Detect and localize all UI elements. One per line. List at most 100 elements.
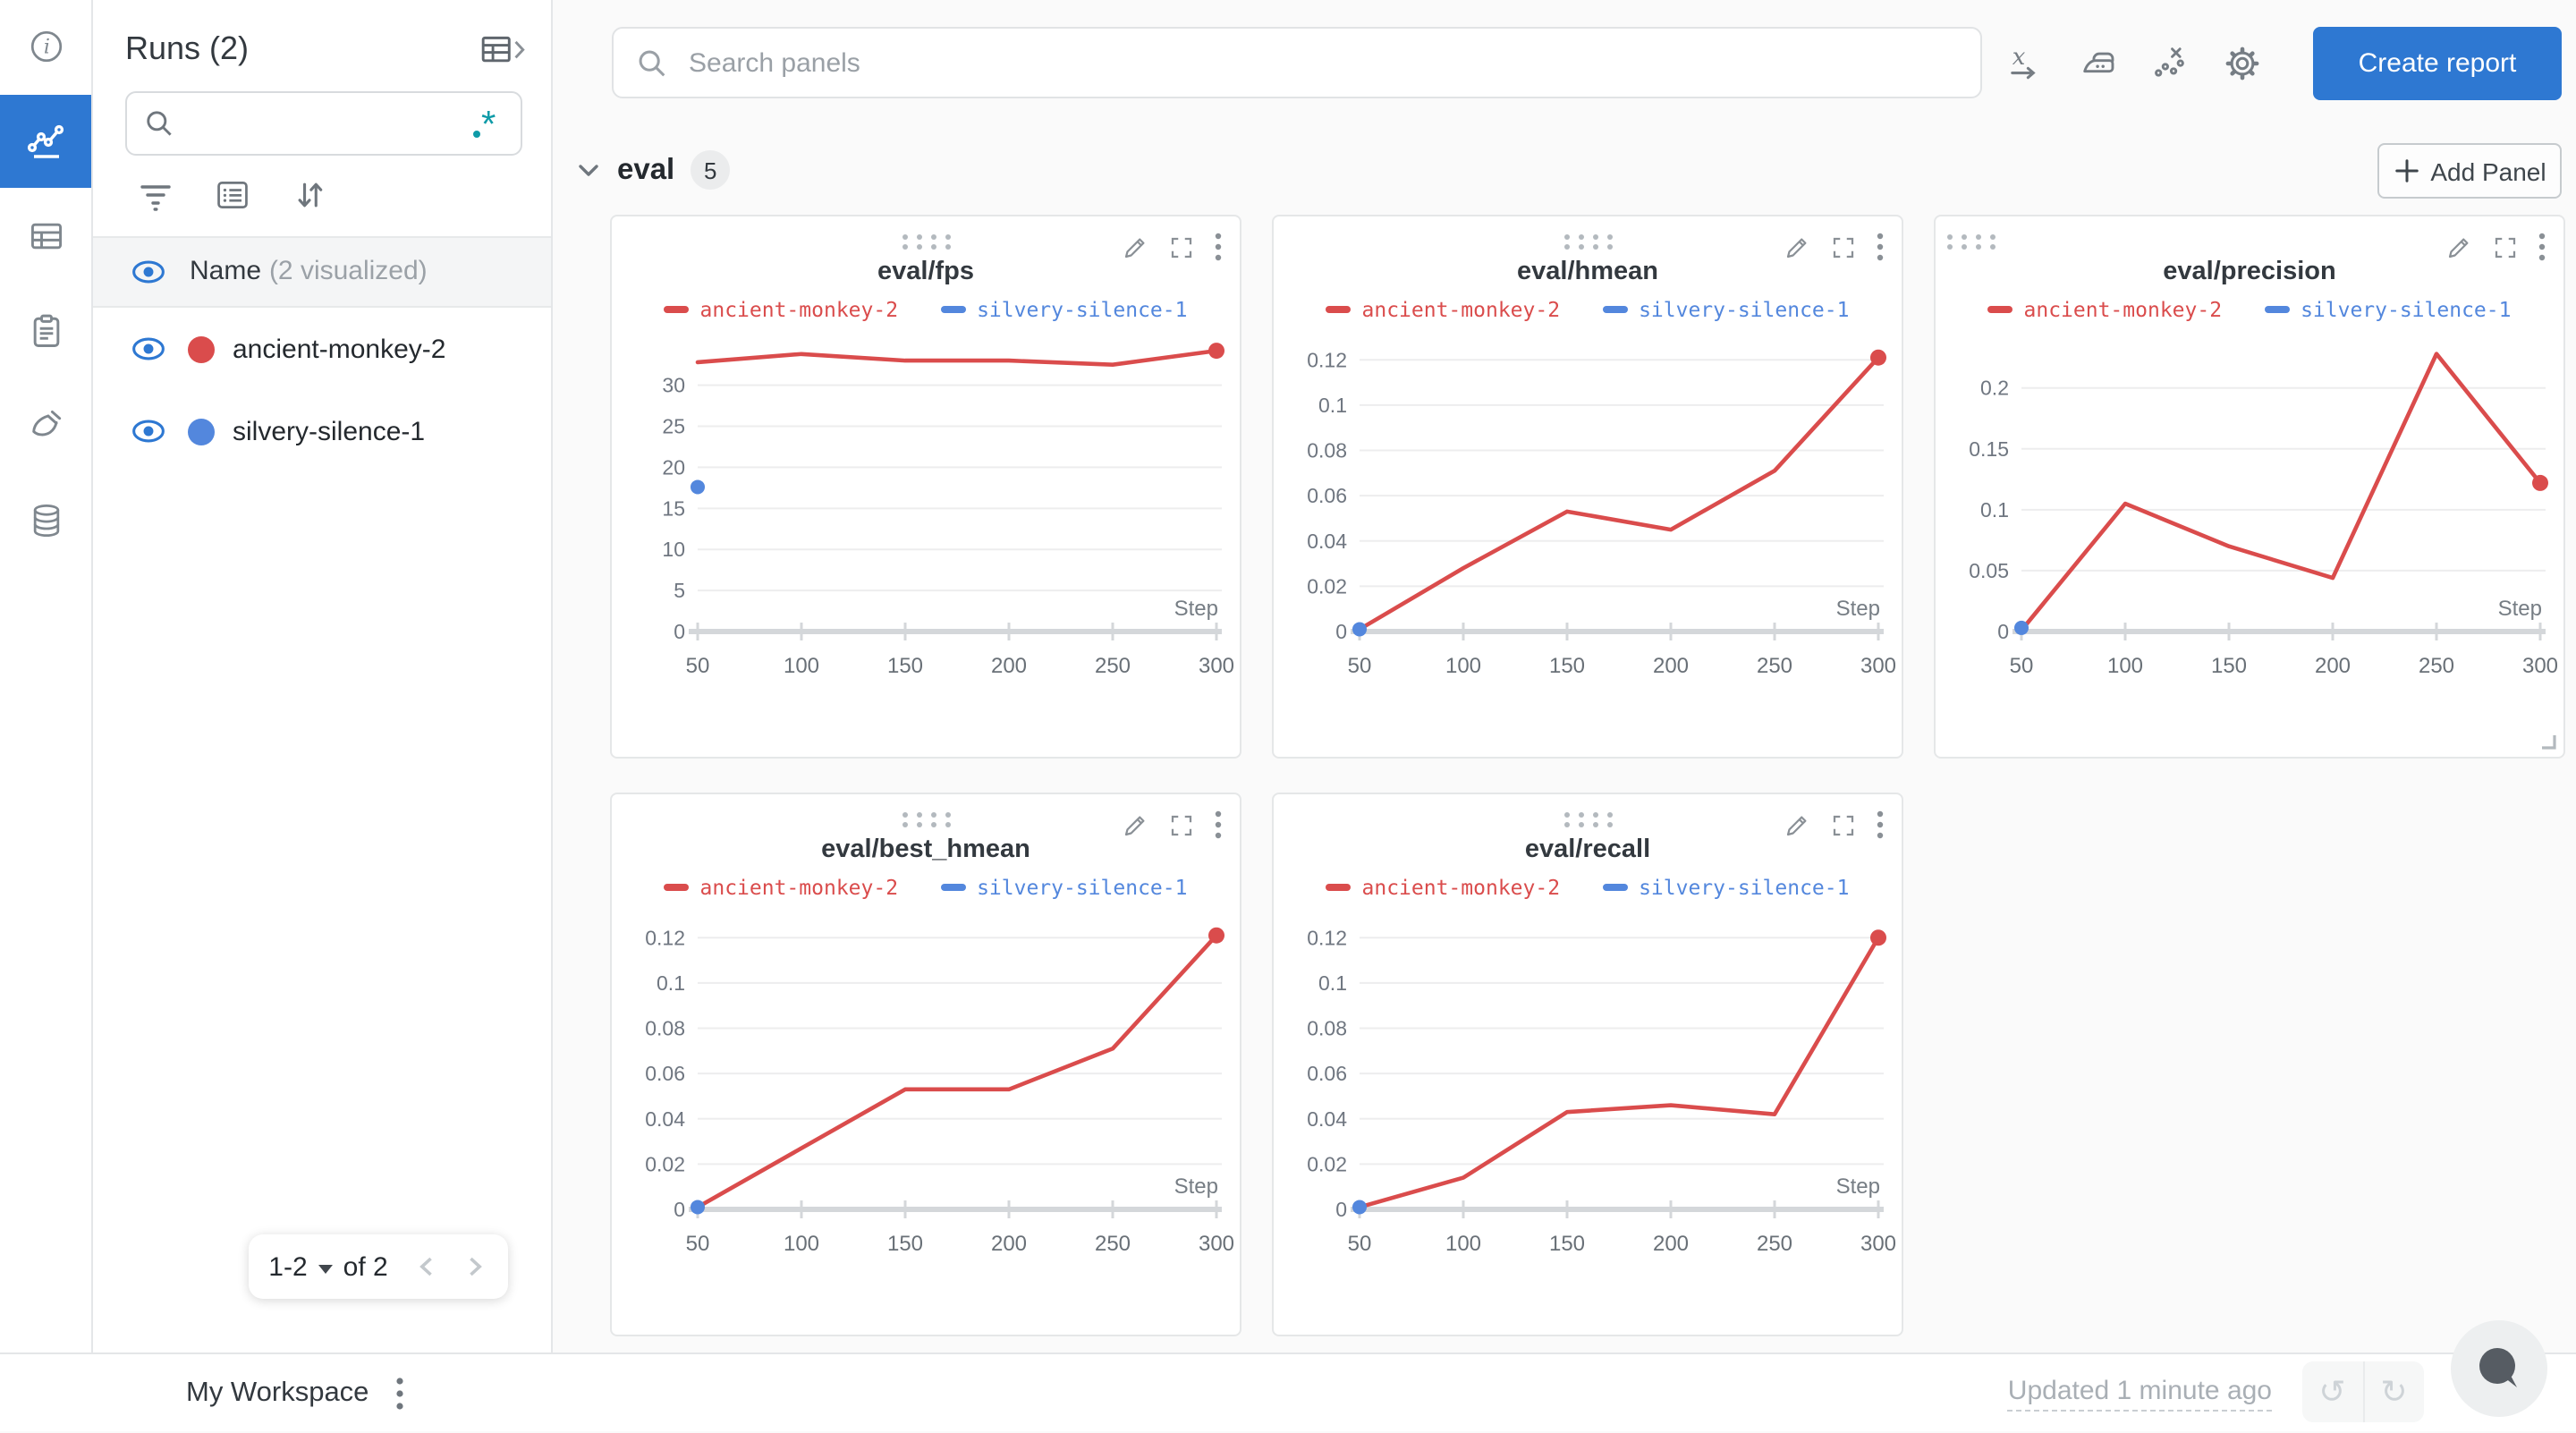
run-name: silvery-silence-1 [233,416,425,446]
settings-gear-icon[interactable] [2222,43,2263,84]
svg-text:0.08: 0.08 [1307,439,1347,462]
undo-icon[interactable]: ↺ [2302,1361,2364,1422]
run-row[interactable]: silvery-silence-1 [93,390,551,472]
svg-text:50: 50 [2010,654,2034,678]
charts-tab-icon[interactable] [0,95,91,188]
next-page-icon[interactable] [460,1252,488,1281]
edit-panel-pencil-icon[interactable] [1784,811,1810,838]
svg-text:Step: Step [2498,597,2542,621]
visibility-list-icon[interactable] [215,177,250,213]
pagination-range[interactable]: 1-2 [268,1251,307,1282]
panel-menu-kebab-icon[interactable] [1877,810,1884,839]
svg-text:100: 100 [1445,1232,1481,1256]
legend-entry[interactable]: ancient-monkey-2 [1326,297,1561,322]
runs-search-input[interactable] [188,107,456,140]
prev-page-icon[interactable] [413,1252,442,1281]
eye-icon[interactable] [131,258,166,286]
info-icon[interactable]: i [0,0,91,93]
panel-menu-kebab-icon[interactable] [1215,233,1222,261]
panel-menu-kebab-icon[interactable] [2538,233,2546,261]
svg-text:50: 50 [686,654,710,678]
svg-text:150: 150 [887,654,923,678]
svg-text:50: 50 [1348,1232,1372,1256]
svg-text:0: 0 [1335,620,1347,643]
regex-icon[interactable]: * [469,104,504,143]
legend-run-name: ancient-monkey-2 [700,297,899,322]
plus-icon [2393,157,2419,184]
edit-panel-pencil-icon[interactable] [2445,233,2472,260]
create-report-button[interactable]: Create report [2313,27,2562,100]
legend-entry[interactable]: silvery-silence-1 [941,875,1187,900]
runs-table-expand-icon[interactable] [479,31,526,67]
fullscreen-icon[interactable] [1168,811,1195,838]
run-row[interactable]: ancient-monkey-2 [93,308,551,390]
svg-text:150: 150 [1549,654,1585,678]
table-tab-icon[interactable] [0,190,91,283]
svg-text:0: 0 [674,620,685,643]
panel-plot[interactable]: 00.020.040.060.080.10.125010015020025030… [612,905,1240,1335]
section-collapse-chevron-icon[interactable] [576,157,601,182]
panel-legend: ancient-monkey-2 silvery-silence-1 [1274,869,1902,905]
edit-panel-pencil-icon[interactable] [1122,233,1148,260]
add-panel-button[interactable]: Add Panel [2377,143,2562,199]
panel-menu-kebab-icon[interactable] [1877,233,1884,261]
sweeps-brush-icon[interactable] [0,379,91,472]
legend-entry[interactable]: ancient-monkey-2 [665,297,899,322]
panel-plot[interactable]: 00.020.040.060.080.10.125010015020025030… [1274,327,1902,757]
legend-swatch [1603,307,1628,313]
legend-run-name: ancient-monkey-2 [2024,297,2223,322]
fullscreen-icon[interactable] [1830,233,1857,260]
workspace-menu-kebab-icon[interactable] [395,1376,404,1412]
section-title[interactable]: eval [617,153,674,187]
panel-search-input[interactable] [685,46,1959,80]
panel-menu-kebab-icon[interactable] [1215,810,1222,839]
artifacts-database-icon[interactable] [0,474,91,567]
legend-entry[interactable]: silvery-silence-1 [1603,297,1849,322]
smoothing-iron-icon[interactable] [2079,43,2120,84]
eye-icon[interactable] [131,335,166,363]
sort-icon[interactable] [292,177,327,213]
svg-text:250: 250 [2419,654,2454,678]
panel-plot[interactable]: 05101520253050100150200250300Step [612,327,1240,757]
legend-entry[interactable]: silvery-silence-1 [2265,297,2511,322]
outliers-icon[interactable] [2150,43,2191,84]
logs-tab-icon[interactable] [0,284,91,377]
add-panel-label: Add Panel [2430,157,2546,185]
legend-run-name: silvery-silence-1 [977,875,1187,900]
filter-icon[interactable] [138,177,174,213]
runs-sidebar: Runs (2) * [93,0,553,1352]
svg-text:0.12: 0.12 [1307,926,1347,949]
resize-handle-icon[interactable] [2537,730,2558,751]
eye-icon[interactable] [131,417,166,445]
svg-text:0: 0 [674,1198,685,1221]
chat-support-button[interactable] [2451,1320,2547,1417]
legend-run-name: silvery-silence-1 [1639,297,1849,322]
updated-timestamp[interactable]: Updated 1 minute ago [2008,1376,2272,1412]
chevron-down-icon[interactable] [318,1264,333,1273]
edit-panel-pencil-icon[interactable] [1122,811,1148,838]
legend-run-name: ancient-monkey-2 [1362,875,1561,900]
panel-plot[interactable]: 00.050.10.150.250100150200250300Step [1936,327,2563,757]
legend-entry[interactable]: silvery-silence-1 [1603,875,1849,900]
svg-text:0.06: 0.06 [645,1062,685,1085]
legend-entry[interactable]: ancient-monkey-2 [665,875,899,900]
runs-name-header: Name [190,256,261,286]
legend-entry[interactable]: ancient-monkey-2 [1988,297,2223,322]
fullscreen-icon[interactable] [1830,811,1857,838]
legend-entry[interactable]: ancient-monkey-2 [1326,875,1561,900]
svg-text:0: 0 [1335,1198,1347,1221]
legend-entry[interactable]: silvery-silence-1 [941,297,1187,322]
svg-text:0.12: 0.12 [1307,348,1347,371]
x-axis-settings-icon[interactable]: x [2007,43,2048,84]
svg-text:100: 100 [784,654,819,678]
svg-text:Step: Step [1836,1174,1880,1199]
legend-swatch [941,307,966,313]
fullscreen-icon[interactable] [2492,233,2519,260]
redo-icon[interactable]: ↻ [2364,1361,2424,1422]
svg-text:0.05: 0.05 [1969,559,2009,582]
svg-text:Step: Step [1174,1174,1218,1199]
workspace-title: My Workspace [186,1378,369,1410]
fullscreen-icon[interactable] [1168,233,1195,260]
edit-panel-pencil-icon[interactable] [1784,233,1810,260]
panel-plot[interactable]: 00.020.040.060.080.10.125010015020025030… [1274,905,1902,1335]
